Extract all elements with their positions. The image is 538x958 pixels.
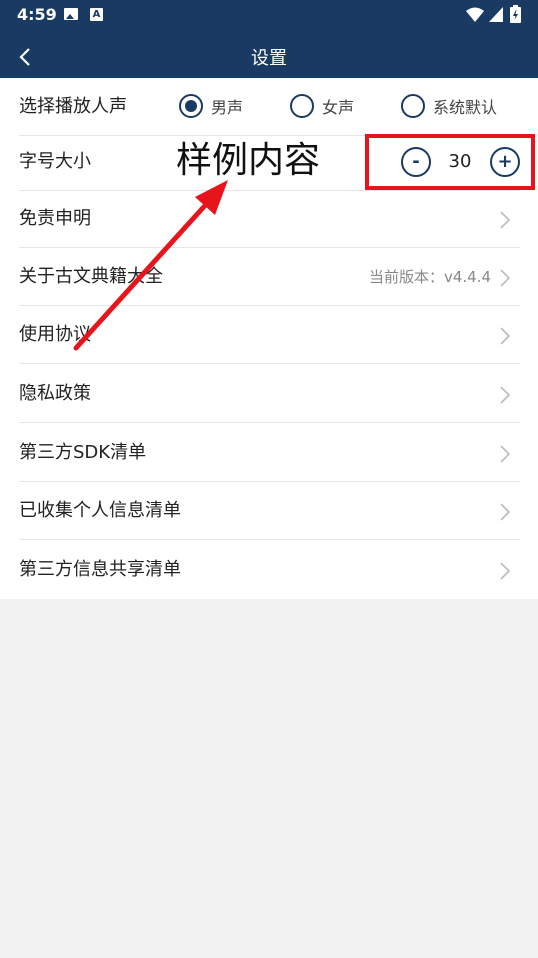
font-size-label: 字号大小 <box>19 151 91 172</box>
battery-icon <box>510 5 521 23</box>
menu-item-label: 第三方SDK清单 <box>19 442 147 463</box>
menu-item-user-agreement[interactable]: 使用协议 <box>0 306 538 364</box>
radio-male-label: 男声 <box>211 98 244 117</box>
menu-item-label: 第三方信息共享清单 <box>19 559 181 580</box>
radio-system-default-label: 系统默认 <box>433 98 498 117</box>
radio-system-default[interactable]: 系统默认 <box>401 92 497 120</box>
a-app-icon: A <box>90 8 103 21</box>
chevron-right-icon <box>500 211 511 229</box>
app-header: 4:59 A 设置 <box>0 0 538 78</box>
divider <box>19 363 520 364</box>
menu-item-personal-info[interactable]: 已收集个人信息清单 <box>0 482 538 540</box>
chevron-right-icon <box>500 445 511 463</box>
divider <box>19 539 520 540</box>
menu-item-info-sharing[interactable]: 第三方信息共享清单 <box>0 541 538 599</box>
wifi-icon <box>466 7 484 22</box>
signal-icon <box>489 7 503 22</box>
radio-female-label: 女声 <box>322 98 355 117</box>
font-sample-text: 样例内容 <box>176 140 321 181</box>
chevron-right-icon <box>500 503 511 521</box>
voice-row: 选择播放人声 男声 女声 系统默认 <box>0 78 538 136</box>
annotation-highlight-box <box>365 134 535 190</box>
radio-male[interactable]: 男声 <box>179 92 243 120</box>
radio-checked-icon <box>179 94 203 118</box>
menu-item-label: 已收集个人信息清单 <box>19 500 181 521</box>
divider <box>19 422 520 423</box>
menu-item-privacy-policy[interactable]: 隐私政策 <box>0 365 538 423</box>
version-text: 当前版本：v4.4.4 <box>368 268 491 286</box>
menu-item-about[interactable]: 关于古文典籍大全 当前版本：v4.4.4 <box>0 248 538 306</box>
menu-item-label: 免责申明 <box>19 208 91 229</box>
image-icon <box>64 8 78 20</box>
status-bar: 4:59 A <box>0 0 538 30</box>
page-title: 设置 <box>251 48 287 69</box>
voice-label: 选择播放人声 <box>19 96 127 117</box>
radio-female[interactable]: 女声 <box>290 92 354 120</box>
chevron-right-icon <box>500 269 511 287</box>
menu-item-label: 使用协议 <box>19 324 91 345</box>
chevron-right-icon <box>500 562 511 580</box>
menu-item-third-party-sdk[interactable]: 第三方SDK清单 <box>0 424 538 482</box>
radio-unchecked-icon <box>290 94 314 118</box>
menu-item-label: 隐私政策 <box>19 383 91 404</box>
chevron-right-icon <box>500 327 511 345</box>
status-time: 4:59 <box>17 5 57 24</box>
menu-item-label: 关于古文典籍大全 <box>19 266 163 287</box>
radio-unchecked-icon <box>401 94 425 118</box>
menu-item-disclaimer[interactable]: 免责申明 <box>0 190 538 248</box>
chevron-right-icon <box>500 386 511 404</box>
